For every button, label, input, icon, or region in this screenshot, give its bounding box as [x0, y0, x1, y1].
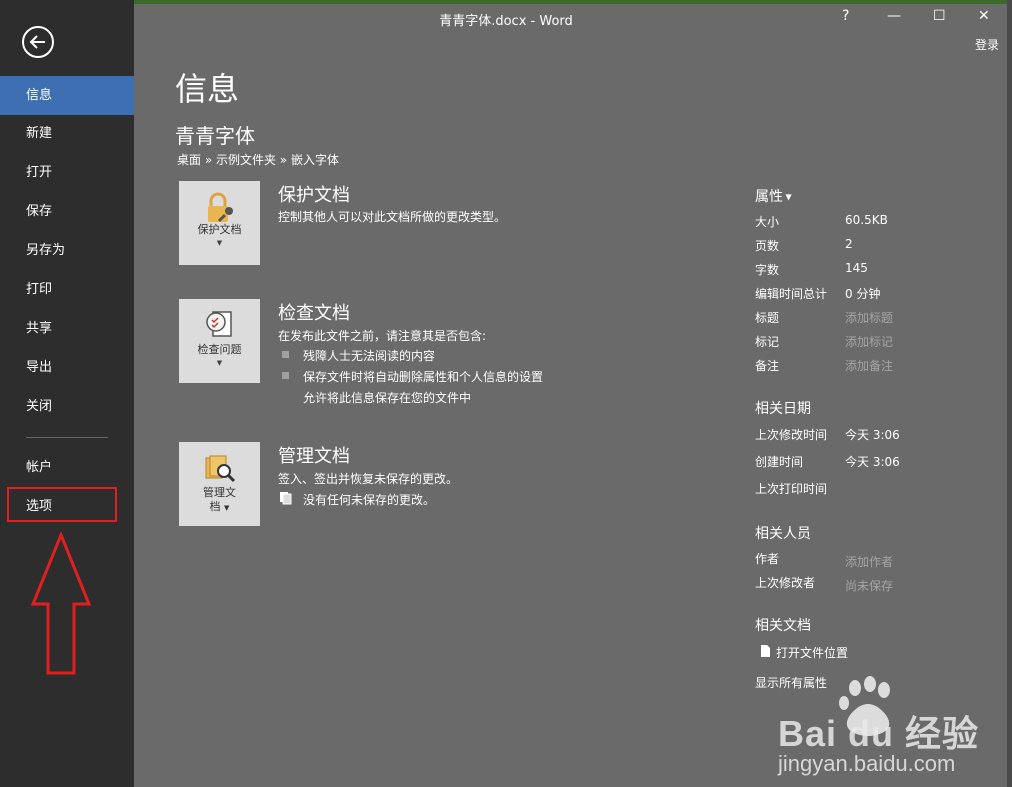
back-button[interactable]: [22, 26, 54, 58]
manage-status: 没有任何未保存的更改。: [303, 493, 436, 507]
prop-value-last-modified-by: 尚未保存: [845, 579, 894, 593]
prop-label-size: 大小: [755, 215, 780, 229]
properties-heading[interactable]: 属性 ▼: [755, 186, 792, 206]
backstage-sidebar: 信息 新建 打开 保存 另存为 打印 共享 导出 关闭 帐户 选项: [0, 0, 134, 787]
prop-value-last-modified: 今天 3:06: [845, 428, 900, 442]
nav-account[interactable]: 帐户: [0, 448, 134, 487]
prop-label-words: 字数: [755, 263, 780, 277]
check-issues-label: 检查问题: [197, 343, 242, 356]
options-highlight-box: [7, 487, 117, 522]
prop-label-last-modified-by: 上次修改者: [755, 576, 816, 590]
sign-in-link[interactable]: 登录: [975, 36, 999, 53]
page-title: 信息: [175, 70, 240, 108]
prop-label-comments: 备注: [755, 359, 780, 373]
related-dates-heading: 相关日期: [755, 401, 811, 417]
protect-document-button[interactable]: 保护文档 ▼: [179, 181, 260, 265]
manage-document-button[interactable]: 管理文 档 ▼: [179, 442, 260, 526]
prop-label-created: 创建时间: [755, 455, 804, 469]
check-issues-button[interactable]: 检查问题 ▼: [179, 299, 260, 383]
nav-save[interactable]: 保存: [0, 192, 134, 231]
manage-title: 管理文档: [278, 446, 350, 467]
inspect-desc: 在发布此文件之前，请注意其是否包含:: [278, 329, 487, 343]
file-icon: [761, 645, 770, 657]
prop-label-edit-time: 编辑时间总计: [755, 287, 828, 301]
watermark-brand: Bai du 经验: [778, 713, 980, 754]
add-author-field[interactable]: 添加作者: [845, 553, 893, 570]
nav-open[interactable]: 打开: [0, 153, 134, 192]
caret-down-icon: ▼: [783, 192, 792, 202]
maximize-button[interactable]: ☐: [933, 8, 946, 24]
inspect-title: 检查文档: [278, 303, 350, 324]
nav-close[interactable]: 关闭: [0, 387, 134, 426]
prop-label-tags: 标记: [755, 335, 780, 349]
related-documents-heading: 相关文档: [755, 618, 811, 634]
inspect-bullet-1: 残障人士无法阅读的内容: [303, 349, 436, 363]
allow-save-info-link[interactable]: 允许将此信息保存在您的文件中: [303, 389, 471, 406]
related-people-heading: 相关人员: [755, 526, 811, 542]
properties-heading-text: 属性: [755, 189, 783, 205]
protect-title: 保护文档: [278, 185, 350, 206]
nav-print[interactable]: 打印: [0, 270, 134, 309]
manage-document-icon: [205, 455, 236, 483]
manage-desc: 签入、签出并恢复未保存的更改。: [278, 472, 459, 486]
nav-export[interactable]: 导出: [0, 348, 134, 387]
prop-label-pages: 页数: [755, 239, 780, 253]
window-top-strip: [0, 0, 1012, 4]
inspect-document-icon: [206, 311, 232, 337]
prop-label-title: 标题: [755, 311, 780, 325]
bullet-icon: [282, 351, 289, 358]
minimize-button[interactable]: —: [887, 8, 901, 24]
document-stack-icon: [280, 492, 292, 505]
prop-value-created: 今天 3:06: [845, 455, 900, 469]
nav-new[interactable]: 新建: [0, 114, 134, 153]
prop-value-words: 145: [845, 261, 868, 275]
document-name: 青青字体: [175, 124, 255, 148]
prop-label-last-printed: 上次打印时间: [755, 482, 828, 496]
manage-document-label-line2: 档 ▼: [179, 500, 260, 515]
help-button[interactable]: ?: [842, 8, 849, 24]
chevron-down-icon: ▼: [216, 359, 223, 367]
window-right-edge: [1007, 0, 1012, 787]
chevron-down-icon: ▼: [216, 239, 223, 247]
arrow-left-icon: [29, 35, 45, 49]
breadcrumb[interactable]: 桌面 » 示例文件夹 » 嵌入字体: [177, 151, 339, 168]
nav-share[interactable]: 共享: [0, 309, 134, 348]
manage-document-label-text: 档: [209, 500, 221, 513]
add-comments-field[interactable]: 添加备注: [845, 357, 893, 374]
chevron-down-icon: ▼: [224, 504, 230, 512]
prop-label-author: 作者: [755, 552, 780, 566]
open-file-location-link[interactable]: 打开文件位置: [776, 644, 848, 661]
protect-desc: 控制其他人可以对此文档所做的更改类型。: [278, 210, 507, 224]
manage-document-label-line1: 管理文: [203, 486, 236, 499]
prop-value-edit-time: 0 分钟: [845, 287, 881, 301]
window-title: 青青字体.docx - Word: [439, 14, 573, 29]
nav-info[interactable]: 信息: [0, 76, 134, 115]
prop-label-last-modified: 上次修改时间: [755, 428, 828, 442]
add-tags-field[interactable]: 添加标记: [845, 333, 893, 350]
nav-save-as[interactable]: 另存为: [0, 231, 134, 270]
add-title-field[interactable]: 添加标题: [845, 309, 893, 326]
sidebar-divider: [26, 437, 108, 438]
protect-document-label: 保护文档: [197, 223, 242, 236]
red-up-arrow-icon: [30, 532, 92, 675]
prop-value-pages: 2: [845, 237, 853, 251]
prop-value-size: 60.5KB: [845, 213, 888, 227]
inspect-bullet-2: 保存文件时将自动删除属性和个人信息的设置: [303, 370, 544, 384]
bullet-icon: [282, 372, 289, 379]
watermark-url: jingyan.baidu.com: [778, 751, 956, 776]
close-button[interactable]: ✕: [978, 8, 990, 24]
lock-key-icon: [208, 192, 233, 223]
baidu-watermark: Bai du 经验 jingyan.baidu.com: [778, 675, 1008, 785]
